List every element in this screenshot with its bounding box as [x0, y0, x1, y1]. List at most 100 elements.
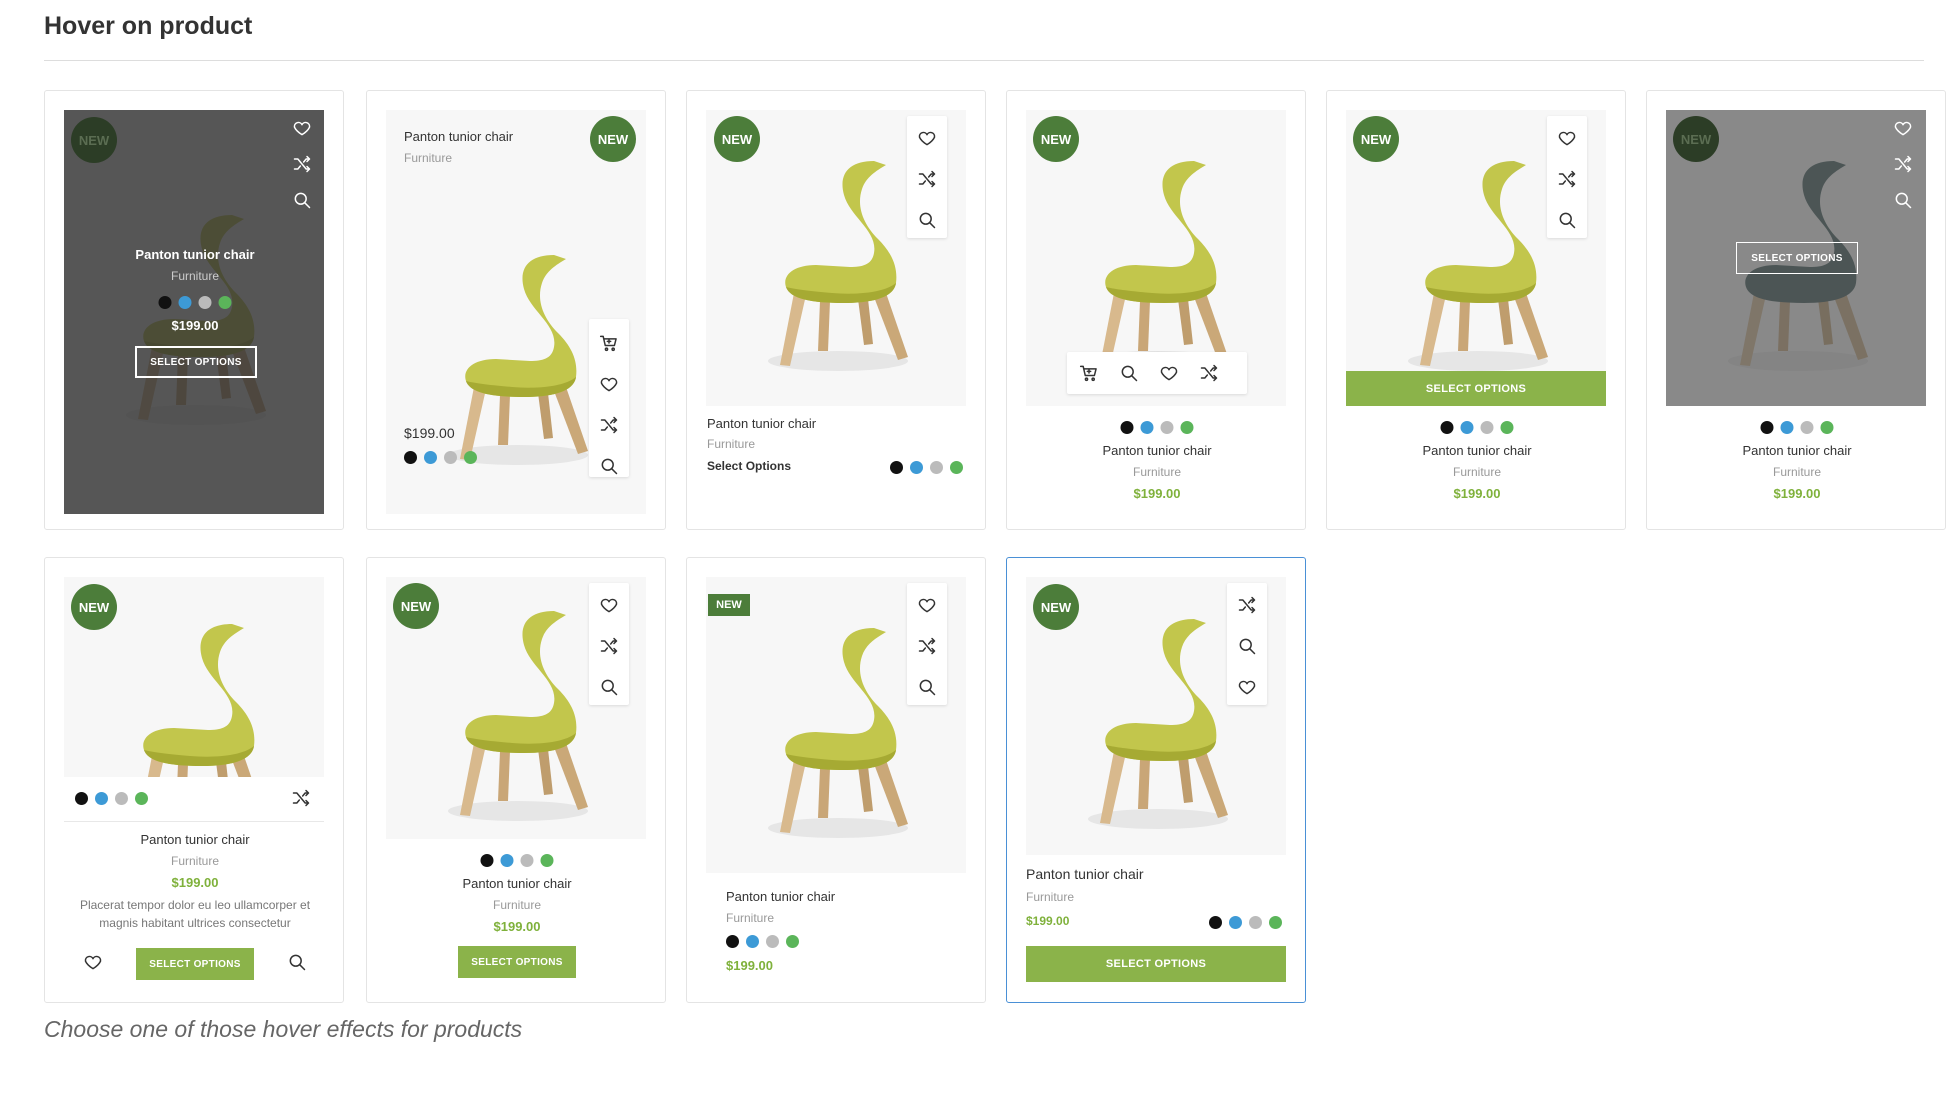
color-swatches[interactable]	[1209, 916, 1282, 929]
search-icon[interactable]	[1556, 209, 1578, 231]
shuffle-icon[interactable]	[916, 168, 938, 190]
heart-icon[interactable]	[291, 117, 313, 139]
select-options-button[interactable]: SELECT OPTIONS	[136, 948, 254, 980]
product-name[interactable]: Panton tunior chair	[1026, 866, 1144, 882]
swatch-blue[interactable]	[95, 792, 108, 805]
search-icon[interactable]	[291, 189, 313, 211]
search-icon[interactable]	[1892, 189, 1914, 211]
swatch-green[interactable]	[464, 451, 477, 464]
product-category[interactable]: Furniture	[1026, 890, 1074, 904]
swatch-black[interactable]	[1209, 916, 1222, 929]
product-category[interactable]: Furniture	[707, 437, 755, 451]
color-swatches[interactable]	[480, 854, 554, 867]
product-name[interactable]: Panton tunior chair	[140, 832, 249, 847]
color-swatches[interactable]	[726, 935, 799, 948]
swatch-grey[interactable]	[1800, 421, 1814, 434]
cart-icon[interactable]	[598, 332, 620, 354]
swatch-blue[interactable]	[1780, 421, 1794, 434]
heart-icon[interactable]	[1892, 117, 1914, 139]
shuffle-icon[interactable]	[598, 635, 620, 657]
color-swatches[interactable]	[75, 792, 148, 805]
product-name[interactable]: Panton tunior chair	[404, 129, 513, 144]
product-category[interactable]: Furniture	[171, 269, 219, 283]
product-category[interactable]: Furniture	[1453, 465, 1501, 479]
product-name[interactable]: Panton tunior chair	[1422, 443, 1531, 458]
swatch-grey[interactable]	[198, 296, 212, 309]
cart-icon[interactable]	[1078, 362, 1100, 384]
swatch-black[interactable]	[726, 935, 739, 948]
product-image[interactable]	[64, 110, 324, 514]
color-swatches[interactable]	[890, 461, 963, 474]
swatch-green[interactable]	[218, 296, 232, 309]
shuffle-icon[interactable]	[291, 153, 313, 175]
search-icon[interactable]	[286, 951, 308, 973]
shuffle-icon[interactable]	[290, 787, 312, 809]
product-card-1[interactable]: NEW Panton tunior chair Furniture $199.0…	[44, 90, 344, 530]
shuffle-icon[interactable]	[1236, 594, 1258, 616]
swatch-green[interactable]	[950, 461, 963, 474]
color-swatches[interactable]	[404, 451, 477, 464]
swatch-green[interactable]	[135, 792, 148, 805]
search-icon[interactable]	[916, 209, 938, 231]
swatch-blue[interactable]	[1229, 916, 1242, 929]
product-card-10[interactable]: NEW Panton tunior chair Furniture $199.0…	[1006, 557, 1306, 1003]
swatch-grey[interactable]	[520, 854, 534, 867]
heart-icon[interactable]	[598, 594, 620, 616]
swatch-black[interactable]	[1120, 421, 1134, 434]
swatch-blue[interactable]	[178, 296, 192, 309]
color-swatches[interactable]	[1120, 421, 1194, 434]
swatch-green[interactable]	[540, 854, 554, 867]
swatch-black[interactable]	[890, 461, 903, 474]
product-name[interactable]: Panton tunior chair	[462, 876, 571, 891]
swatch-grey[interactable]	[930, 461, 943, 474]
select-options-button[interactable]: SELECT OPTIONS	[1346, 371, 1606, 406]
product-card-9[interactable]: NEW Panton tunior chair Furniture $199.0…	[686, 557, 986, 1003]
color-swatches[interactable]	[158, 296, 232, 309]
swatch-blue[interactable]	[910, 461, 923, 474]
product-name[interactable]: Panton tunior chair	[135, 247, 254, 262]
product-category[interactable]: Furniture	[726, 911, 774, 925]
product-card-2[interactable]: Panton tunior chair Furniture NEW $199.0…	[366, 90, 666, 530]
search-icon[interactable]	[598, 455, 620, 477]
color-swatches[interactable]	[1440, 421, 1514, 434]
swatch-grey[interactable]	[1249, 916, 1262, 929]
swatch-green[interactable]	[1820, 421, 1834, 434]
swatch-blue[interactable]	[1460, 421, 1474, 434]
swatch-grey[interactable]	[444, 451, 457, 464]
product-name[interactable]: Panton tunior chair	[726, 889, 835, 904]
swatch-black[interactable]	[75, 792, 88, 805]
shuffle-icon[interactable]	[1198, 362, 1220, 384]
swatch-blue[interactable]	[746, 935, 759, 948]
shuffle-icon[interactable]	[598, 414, 620, 436]
product-card-8[interactable]: NEW Panton tunior chair Furniture $199.0…	[366, 557, 666, 1003]
heart-icon[interactable]	[82, 951, 104, 973]
swatch-green[interactable]	[786, 935, 799, 948]
swatch-black[interactable]	[404, 451, 417, 464]
heart-icon[interactable]	[1556, 127, 1578, 149]
shuffle-icon[interactable]	[1892, 153, 1914, 175]
product-name[interactable]: Panton tunior chair	[1742, 443, 1851, 458]
search-icon[interactable]	[916, 676, 938, 698]
swatch-blue[interactable]	[424, 451, 437, 464]
shuffle-icon[interactable]	[916, 635, 938, 657]
select-options-link[interactable]: Select Options	[707, 459, 791, 473]
product-name[interactable]: Panton tunior chair	[1102, 443, 1211, 458]
heart-icon[interactable]	[1236, 676, 1258, 698]
swatch-grey[interactable]	[766, 935, 779, 948]
heart-icon[interactable]	[1158, 362, 1180, 384]
swatch-green[interactable]	[1180, 421, 1194, 434]
swatch-grey[interactable]	[115, 792, 128, 805]
swatch-grey[interactable]	[1160, 421, 1174, 434]
select-options-button[interactable]: SELECT OPTIONS	[1026, 946, 1286, 982]
heart-icon[interactable]	[598, 373, 620, 395]
swatch-black[interactable]	[1440, 421, 1454, 434]
color-swatches[interactable]	[1760, 421, 1834, 434]
product-card-4[interactable]: NEW Panton tunior chair Furniture $199.0…	[1006, 90, 1306, 530]
swatch-grey[interactable]	[1480, 421, 1494, 434]
swatch-blue[interactable]	[1140, 421, 1154, 434]
swatch-black[interactable]	[158, 296, 172, 309]
search-icon[interactable]	[1236, 635, 1258, 657]
product-name[interactable]: Panton tunior chair	[707, 416, 816, 431]
search-icon[interactable]	[1118, 362, 1140, 384]
product-card-7[interactable]: NEW Panton tunior chair Furniture $199.0…	[44, 557, 344, 1003]
